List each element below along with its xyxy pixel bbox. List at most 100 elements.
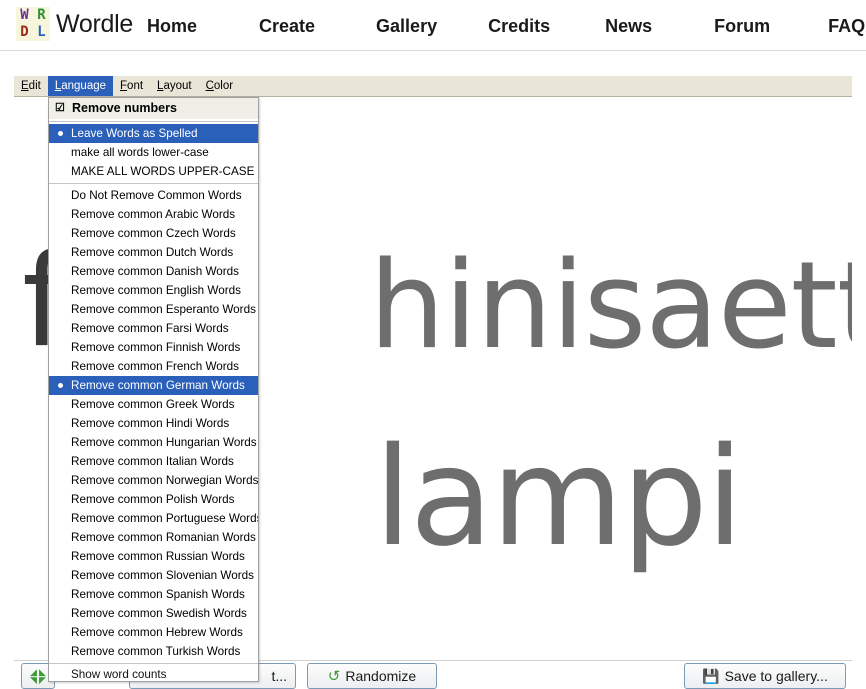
radio-selected-icon bbox=[58, 131, 63, 136]
menu-color-rest: olor bbox=[213, 80, 234, 92]
menu-language-item[interactable]: Remove common Hebrew Words bbox=[49, 623, 258, 642]
menu-language[interactable]: Language bbox=[47, 76, 114, 96]
nav-item-credits[interactable]: Credits bbox=[488, 16, 550, 37]
logo-wordmark: Wordle bbox=[56, 9, 133, 38]
site-header: W R D L Wordle Home Create Gallery Credi… bbox=[0, 0, 866, 51]
menu-language-item[interactable]: Remove common Finnish Words bbox=[49, 338, 258, 357]
menu-item-label: Remove common Dutch Words bbox=[71, 246, 234, 259]
menu-item-label: Leave Words as Spelled bbox=[71, 127, 198, 140]
nav-item-gallery[interactable]: Gallery bbox=[376, 16, 437, 37]
menu-font[interactable]: Font bbox=[113, 76, 150, 96]
menu-language-item[interactable]: Remove common Italian Words bbox=[49, 452, 258, 471]
menu-item-label: Remove common Finnish Words bbox=[71, 341, 241, 354]
menu-item-label: Remove common Italian Words bbox=[71, 455, 234, 468]
menu-language-item[interactable]: Remove common Danish Words bbox=[49, 262, 258, 281]
applet-menubar: Edit Language Font Layout Color bbox=[14, 76, 852, 97]
randomize-button[interactable]: ↺ Randomize bbox=[307, 663, 437, 689]
nav-item-forum[interactable]: Forum bbox=[714, 16, 770, 37]
checkbox-checked-icon: ☑ bbox=[55, 101, 65, 114]
nav-item-faq[interactable]: FAQ bbox=[828, 16, 865, 37]
cloud-word: hinisaette bbox=[369, 237, 852, 376]
menu-layout[interactable]: Layout bbox=[150, 76, 199, 96]
menu-item-label: Do Not Remove Common Words bbox=[71, 189, 242, 202]
main-navigation: Home Create Gallery Credits News Forum F… bbox=[147, 16, 865, 37]
menu-language-item[interactable]: Remove common French Words bbox=[49, 357, 258, 376]
menu-case-item[interactable]: MAKE ALL WORDS UPPER-CASE bbox=[49, 162, 258, 181]
menu-language-item[interactable]: Remove common Swedish Words bbox=[49, 604, 258, 623]
menu-item-label: Remove common Russian Words bbox=[71, 550, 245, 563]
menu-separator bbox=[49, 663, 258, 664]
menu-font-rest: ont bbox=[127, 80, 144, 92]
logo-letter-grid: W R D L bbox=[16, 7, 50, 41]
menu-item-label: make all words lower-case bbox=[71, 146, 209, 159]
menu-language-item[interactable]: Remove common Polish Words bbox=[49, 490, 258, 509]
site-logo[interactable]: W R D L Wordle bbox=[16, 7, 133, 41]
refresh-icon: ↺ bbox=[327, 667, 341, 685]
save-to-gallery-button[interactable]: 💾 Save to gallery... bbox=[684, 663, 846, 689]
menu-language-item[interactable]: Remove common Norwegian Words bbox=[49, 471, 258, 490]
logo-cell-l: L bbox=[37, 24, 46, 40]
menu-item-label: Remove common German Words bbox=[71, 379, 245, 392]
menu-case-item[interactable]: make all words lower-case bbox=[49, 143, 258, 162]
menu-item-label: Remove common Swedish Words bbox=[71, 607, 247, 620]
menu-language-item[interactable]: Remove common Hungarian Words bbox=[49, 433, 258, 452]
menu-language-item[interactable]: Remove common Turkish Words bbox=[49, 642, 258, 661]
menu-item-label: Remove common Greek Words bbox=[71, 398, 235, 411]
nav-item-home[interactable]: Home bbox=[147, 16, 197, 37]
menu-language-item[interactable]: Remove common Slovenian Words bbox=[49, 566, 258, 585]
menu-case-item[interactable]: Leave Words as Spelled bbox=[49, 124, 258, 143]
menu-language-item[interactable]: Remove common Esperanto Words bbox=[49, 300, 258, 319]
menu-language-item[interactable]: Remove common Greek Words bbox=[49, 395, 258, 414]
menu-item-label: Remove common Esperanto Words bbox=[71, 303, 256, 316]
menu-language-item[interactable]: Remove common Czech Words bbox=[49, 224, 258, 243]
menu-color[interactable]: Color bbox=[199, 76, 241, 96]
logo-cell-d: D bbox=[20, 24, 29, 40]
menu-item-label: Remove common Slovenian Words bbox=[71, 569, 254, 582]
menu-language-item[interactable]: Remove common Farsi Words bbox=[49, 319, 258, 338]
case-option-group: Leave Words as Spelled make all words low… bbox=[49, 124, 258, 181]
menu-item-label: Remove common Czech Words bbox=[71, 227, 236, 240]
menu-item-label: Remove common Norwegian Words bbox=[71, 474, 259, 487]
randomize-button-label: Randomize bbox=[345, 668, 417, 684]
menu-edit[interactable]: Edit bbox=[14, 76, 48, 96]
menu-item-label: Remove common Turkish Words bbox=[71, 645, 241, 658]
menu-language-item[interactable]: Remove common Russian Words bbox=[49, 547, 258, 566]
radio-selected-icon bbox=[58, 383, 63, 388]
menu-item-label: Remove common Hungarian Words bbox=[71, 436, 257, 449]
language-option-group: Do Not Remove Common Words Remove common … bbox=[49, 186, 258, 661]
menu-language-item[interactable]: Remove common Spanish Words bbox=[49, 585, 258, 604]
menu-item-label: Remove common French Words bbox=[71, 360, 240, 373]
menu-language-item[interactable]: Remove common Dutch Words bbox=[49, 243, 258, 262]
cloud-word: lampi bbox=[374, 419, 744, 577]
menu-language-item[interactable]: Remove common Arabic Words bbox=[49, 205, 258, 224]
menu-item-show-word-counts[interactable]: Show word counts bbox=[49, 666, 258, 681]
menu-item-remove-numbers[interactable]: ☑ Remove numbers bbox=[49, 98, 258, 119]
nav-item-news[interactable]: News bbox=[605, 16, 652, 37]
menu-language-rest: anguage bbox=[61, 80, 107, 92]
language-dropdown-menu[interactable]: ☑ Remove numbers Leave Words as Spelled m… bbox=[48, 97, 259, 682]
menu-language-item[interactable]: Remove common Romanian Words bbox=[49, 528, 258, 547]
menu-language-item[interactable]: Remove common Portuguese Words bbox=[49, 509, 258, 528]
menu-item-label: Remove common Hindi Words bbox=[71, 417, 230, 430]
menu-item-label: Remove common Hebrew Words bbox=[71, 626, 243, 639]
menu-item-label: Remove common Portuguese Words bbox=[71, 512, 259, 525]
logo-cell-w: W bbox=[20, 7, 29, 23]
menu-item-label: Remove common Romanian Words bbox=[71, 531, 256, 544]
menu-item-label: Remove numbers bbox=[72, 101, 177, 115]
menu-edit-rest: dit bbox=[28, 80, 41, 92]
nav-item-create[interactable]: Create bbox=[259, 16, 315, 37]
menu-separator bbox=[49, 183, 258, 184]
menu-language-item[interactable]: Remove common German Words bbox=[49, 376, 258, 395]
expand-arrows-icon: ◢ ◣ ◥ ◤ bbox=[30, 667, 46, 685]
menu-language-item[interactable]: Remove common English Words bbox=[49, 281, 258, 300]
menu-separator bbox=[49, 121, 258, 122]
menu-item-label: Remove common Arabic Words bbox=[71, 208, 236, 221]
logo-cell-r: R bbox=[37, 7, 46, 23]
menu-item-label: Remove common Danish Words bbox=[71, 265, 240, 278]
save-button-label: Save to gallery... bbox=[724, 668, 828, 684]
menu-language-item[interactable]: Do Not Remove Common Words bbox=[49, 186, 258, 205]
menu-language-item[interactable]: Remove common Hindi Words bbox=[49, 414, 258, 433]
menu-layout-rest: ayout bbox=[163, 80, 192, 92]
menu-item-label: Remove common Farsi Words bbox=[71, 322, 229, 335]
floppy-disk-icon: 💾 bbox=[702, 668, 720, 684]
